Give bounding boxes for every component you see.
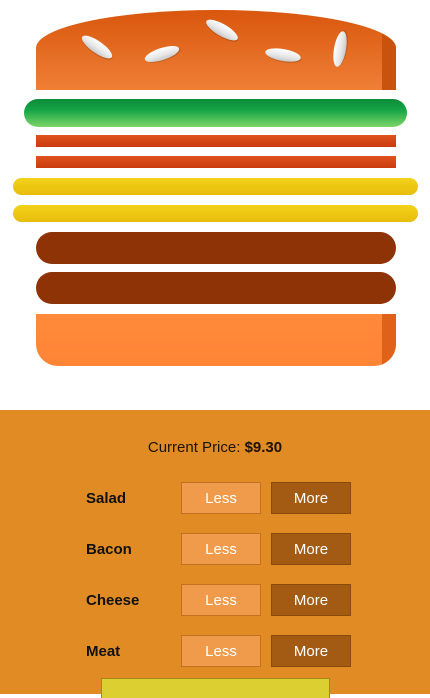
ingredient-row-cheese: Cheese Less More [0, 584, 430, 618]
less-meat-button[interactable]: Less [181, 635, 261, 667]
top-bun [36, 10, 396, 90]
ingredient-row-bacon: Bacon Less More [0, 533, 430, 567]
order-button[interactable] [101, 678, 330, 698]
meat-layer [36, 272, 396, 304]
build-controls: Current Price: $9.30 Salad Less More Bac… [0, 410, 430, 698]
more-meat-button[interactable]: More [271, 635, 351, 667]
burger-preview [0, 0, 430, 410]
less-salad-button[interactable]: Less [181, 482, 261, 514]
less-bacon-button[interactable]: Less [181, 533, 261, 565]
meat-layer [36, 232, 396, 264]
cheese-layer [13, 178, 418, 195]
bottom-bun [36, 314, 396, 366]
bacon-layer [36, 156, 396, 168]
sesame-seed [264, 45, 302, 65]
current-price: Current Price: $9.30 [0, 439, 430, 456]
sesame-seed [330, 30, 350, 68]
price-label: Current Price: [147, 439, 241, 456]
sesame-seed [143, 42, 181, 66]
bottom-bun-shadow [382, 314, 396, 366]
ingredient-label: Salad [86, 490, 127, 507]
bacon-layer [36, 135, 396, 147]
salad-layer [24, 99, 407, 127]
less-cheese-button[interactable]: Less [181, 584, 261, 616]
ingredient-row-meat: Meat Less More [0, 635, 430, 669]
ingredient-label: Cheese [86, 592, 140, 609]
sesame-seed [78, 31, 116, 63]
more-cheese-button[interactable]: More [271, 584, 351, 616]
cheese-layer [13, 205, 418, 222]
top-bun-shadow [382, 28, 396, 90]
ingredient-row-salad: Salad Less More [0, 482, 430, 516]
more-bacon-button[interactable]: More [271, 533, 351, 565]
price-value: $9.30 [244, 439, 283, 456]
more-salad-button[interactable]: More [271, 482, 351, 514]
sesame-seed [203, 15, 241, 45]
ingredient-label: Bacon [86, 541, 132, 558]
ingredient-label: Meat [86, 643, 121, 660]
